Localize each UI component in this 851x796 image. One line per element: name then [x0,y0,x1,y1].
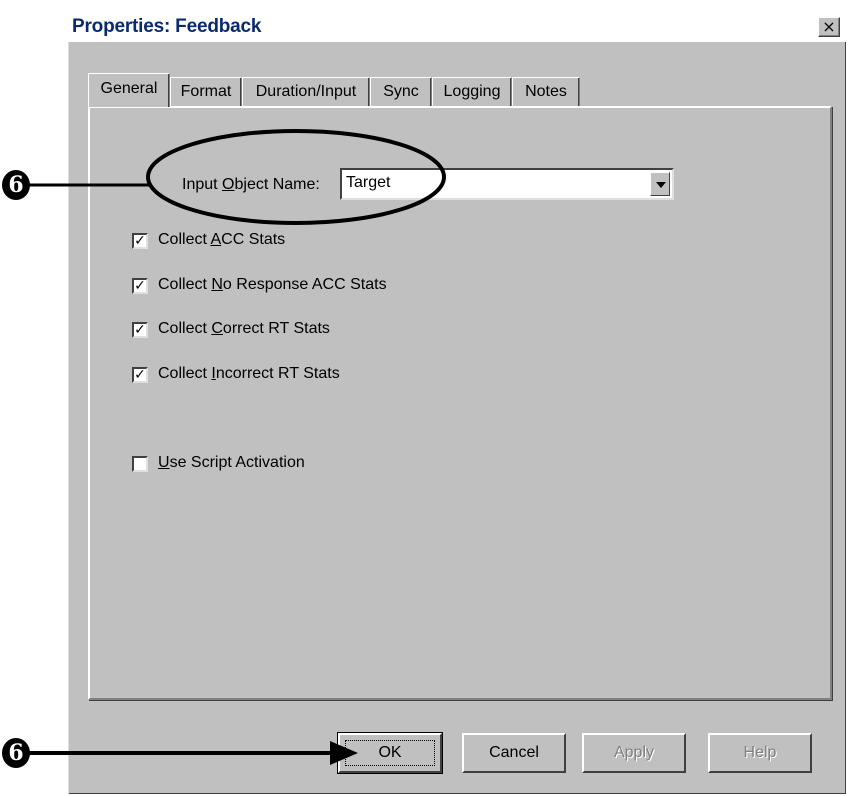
checkbox-label: Collect No Response ACC Stats [158,276,387,293]
checkbox-label: Collect Incorrect RT Stats [158,365,340,382]
input-object-name-label: Input Object Name: [182,176,320,193]
input-object-name-select[interactable]: Target [340,168,674,200]
close-icon: × [822,17,836,36]
checkbox-label: Collect ACC Stats [158,231,286,248]
tab-duration-input[interactable]: Duration/Input [242,77,370,106]
tab-format[interactable]: Format [170,77,242,106]
tab-notes[interactable]: Notes [512,77,580,106]
checkbox-box[interactable]: ✓ [132,322,148,338]
checkbox-label: Collect Correct RT Stats [158,320,330,337]
checkbox-label: Use Script Activation [158,454,305,471]
window-title: Properties: Feedback [72,16,262,37]
general-tab-panel: Input Object Name: Target ✓ Collect ACC … [88,106,832,700]
close-button[interactable]: × [818,17,840,37]
help-button[interactable]: Help [708,733,812,773]
checkbox-box[interactable]: ✓ [132,367,148,383]
cancel-button[interactable]: Cancel [462,733,566,773]
checkbox-box[interactable]: ✓ [132,278,148,294]
tab-logging[interactable]: Logging [432,77,512,106]
tab-general[interactable]: General [88,73,170,107]
ok-button[interactable]: OK [337,732,443,774]
checkbox-box[interactable] [132,456,148,472]
input-object-name-value: Target [346,174,391,191]
properties-dialog: Properties: Feedback × General Format Du… [68,10,846,794]
step-marker-bottom: 6 [2,738,30,768]
title-bar[interactable]: Properties: Feedback × [68,10,846,42]
checkbox-box[interactable]: ✓ [132,233,148,249]
chevron-down-icon[interactable] [650,172,670,196]
apply-button[interactable]: Apply [582,733,686,773]
tab-sync[interactable]: Sync [370,77,432,106]
focus-rect [345,740,435,766]
step-marker-top: 6 [2,170,30,200]
